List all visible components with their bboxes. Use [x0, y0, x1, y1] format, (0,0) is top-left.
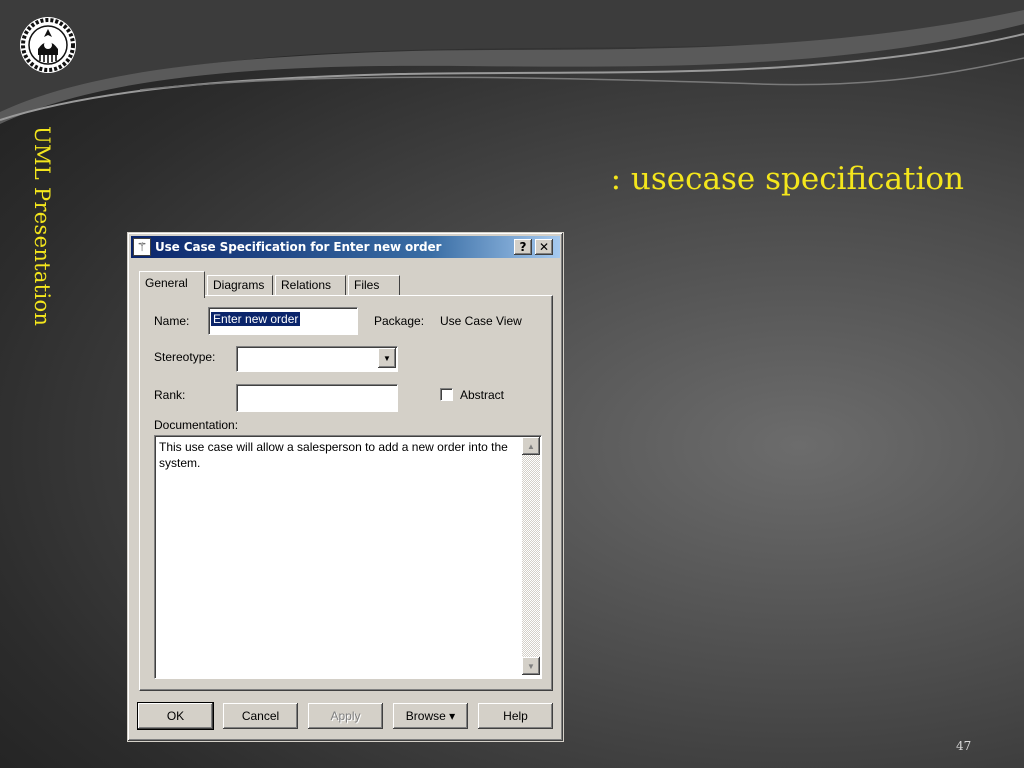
wand-icon: ⚚	[133, 238, 151, 256]
stereotype-dropdown[interactable]: ▼	[236, 346, 398, 372]
abstract-label: Abstract	[460, 388, 505, 402]
header-swoosh-decoration	[0, 0, 1024, 124]
general-tab-panel: Name: Enter new order Package: Use Case …	[139, 295, 553, 691]
ok-button[interactable]: OK	[137, 702, 214, 730]
documentation-label: Documentation:	[154, 418, 239, 432]
documentation-text: This use case will allow a salesperson t…	[159, 440, 508, 470]
apply-button[interactable]: Apply	[308, 703, 383, 729]
browse-dropdown-icon: ▾	[449, 709, 456, 723]
scroll-up-icon[interactable]: ▲	[522, 437, 540, 455]
browse-button[interactable]: Browse ▾	[393, 703, 468, 729]
name-label: Name:	[154, 314, 190, 328]
name-field-value: Enter new order	[211, 312, 301, 326]
rank-label: Rank:	[154, 388, 186, 402]
use-case-specification-dialog: ⚚ Use Case Specification for Enter new o…	[127, 232, 564, 742]
abstract-checkbox[interactable]	[440, 388, 453, 401]
scroll-down-icon[interactable]: ▼	[522, 657, 540, 675]
university-seal-logo	[20, 17, 76, 73]
slide-heading: : usecase specification	[610, 161, 964, 197]
documentation-textarea[interactable]: This use case will allow a salesperson t…	[154, 435, 542, 679]
presentation-title: UML Presentation	[30, 126, 54, 327]
package-label: Package:	[374, 314, 425, 328]
tab-diagrams[interactable]: Diagrams	[207, 275, 273, 296]
name-field[interactable]: Enter new order	[208, 307, 358, 335]
dialog-titlebar[interactable]: ⚚ Use Case Specification for Enter new o…	[131, 236, 560, 258]
chevron-down-icon[interactable]: ▼	[378, 348, 396, 368]
close-button[interactable]: ✕	[535, 239, 553, 255]
stereotype-label: Stereotype:	[154, 350, 216, 364]
help-titlebar-button[interactable]: ?	[514, 239, 532, 255]
help-button[interactable]: Help	[478, 703, 553, 729]
documentation-scrollbar[interactable]: ▲ ▼	[522, 437, 540, 675]
browse-button-label: Browse	[405, 709, 446, 723]
tab-general[interactable]: General	[139, 271, 205, 298]
tab-files[interactable]: Files	[348, 275, 400, 296]
rank-field[interactable]	[236, 384, 398, 412]
tab-relations[interactable]: Relations	[275, 275, 346, 296]
cancel-button[interactable]: Cancel	[223, 703, 298, 729]
slide-number: 47	[956, 739, 972, 753]
package-value: Use Case View	[440, 314, 522, 328]
dialog-title: Use Case Specification for Enter new ord…	[155, 240, 442, 254]
